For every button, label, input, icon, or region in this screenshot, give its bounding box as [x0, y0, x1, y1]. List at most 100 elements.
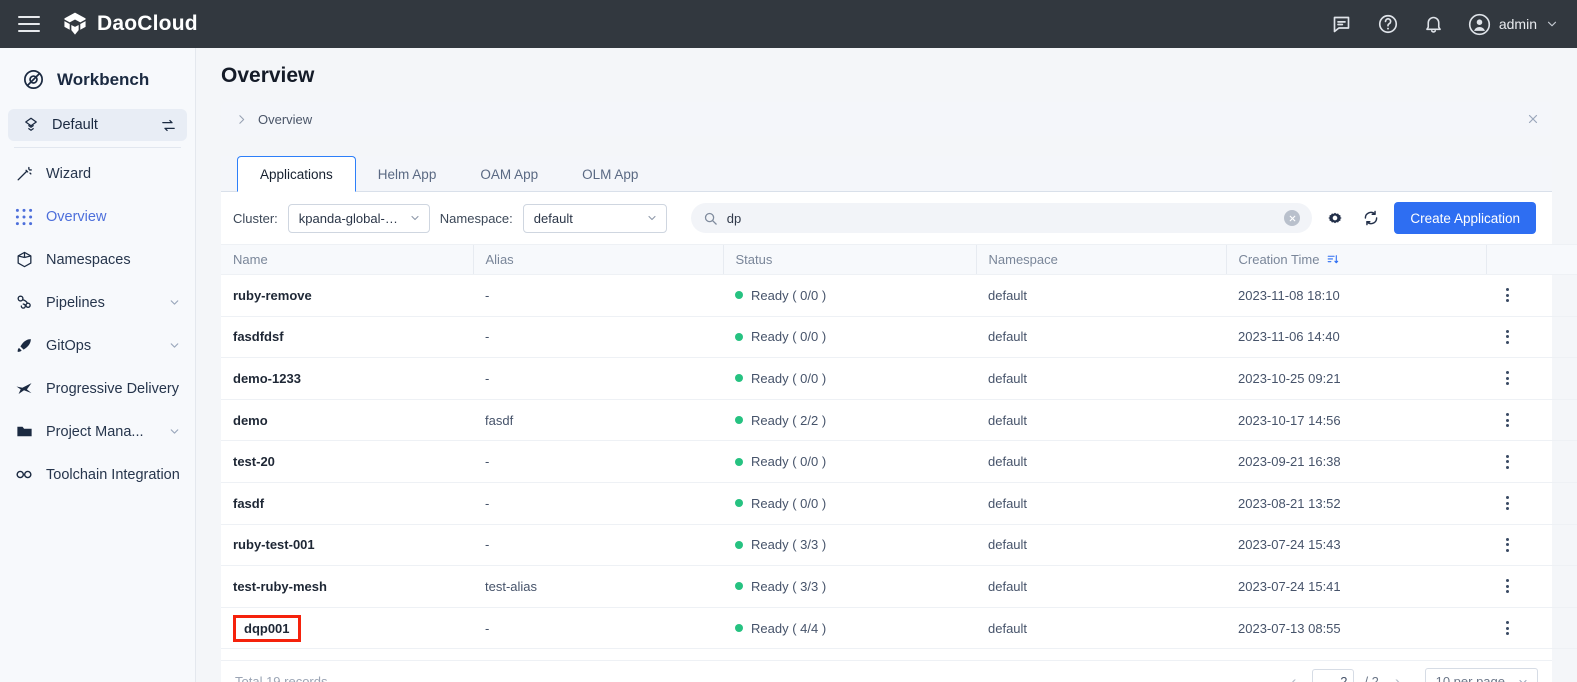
- row-actions-menu-icon[interactable]: [1498, 454, 1516, 469]
- help-icon[interactable]: [1376, 12, 1400, 36]
- column-header-namespace[interactable]: Namespace: [975, 244, 1226, 275]
- search-value: dp: [726, 210, 742, 226]
- app-name[interactable]: demo-1233: [233, 371, 301, 386]
- column-header-alias[interactable]: Alias: [472, 244, 723, 275]
- status-dot-icon: [735, 332, 743, 341]
- row-actions-menu-icon[interactable]: [1498, 413, 1516, 428]
- settings-gear-icon[interactable]: [1322, 205, 1348, 231]
- sidebar-item-wizard[interactable]: Wizard: [0, 152, 195, 195]
- switch-project-icon[interactable]: [160, 117, 177, 134]
- cell-namespace: default: [976, 565, 1226, 608]
- chevron-down-icon: [1517, 676, 1529, 682]
- sort-descending-icon[interactable]: [1326, 253, 1339, 266]
- sidebar-item-label: Project Mana...: [46, 423, 144, 440]
- sidebar-item-pipelines[interactable]: Pipelines: [0, 281, 195, 324]
- sidebar-item-namespaces[interactable]: Namespaces: [0, 238, 195, 281]
- clear-search-icon[interactable]: [1284, 210, 1301, 226]
- chevron-down-icon[interactable]: [168, 296, 181, 309]
- app-name[interactable]: demo: [233, 413, 268, 428]
- cell-alias: -: [473, 524, 723, 567]
- project-selector[interactable]: Default: [8, 109, 187, 141]
- cell-namespace: default: [976, 399, 1226, 442]
- status-dot-icon: [735, 416, 743, 425]
- table-row[interactable]: demo-1233 - Ready ( 0/0 ) default 2023-10-25…: [221, 357, 1577, 400]
- row-actions-menu-icon[interactable]: [1498, 621, 1516, 636]
- app-name[interactable]: fasdfdsf: [233, 329, 284, 344]
- column-header-status[interactable]: Status: [722, 244, 976, 275]
- sidebar-item-label: Overview: [46, 208, 107, 225]
- chevron-right-icon[interactable]: [235, 113, 248, 126]
- cell-actions: [1486, 565, 1577, 608]
- app-name[interactable]: fasdf: [233, 496, 264, 511]
- avatar-icon: [1468, 13, 1491, 36]
- table-row[interactable]: test-20 - Ready ( 0/0 ) default 2023-09-21 1…: [221, 440, 1577, 483]
- close-icon[interactable]: [1524, 110, 1542, 128]
- next-page-button[interactable]: ›: [1389, 672, 1407, 682]
- sidebar-item-gitops[interactable]: GitOps: [0, 324, 195, 367]
- column-header-name[interactable]: Name: [221, 244, 473, 275]
- app-name[interactable]: test-20: [233, 454, 275, 469]
- row-actions-menu-icon[interactable]: [1498, 496, 1516, 511]
- table-row[interactable]: test-ruby-mesh test-alias Ready ( 3/3 ) def…: [221, 565, 1577, 608]
- cluster-select[interactable]: kpanda-global-clu...: [287, 203, 430, 233]
- sidebar-item-overview[interactable]: Overview: [0, 195, 195, 238]
- bell-icon[interactable]: [1422, 12, 1446, 36]
- menu-icon[interactable]: [18, 16, 40, 32]
- cell-name[interactable]: ruby-test-001: [221, 524, 473, 567]
- previous-page-button[interactable]: ‹: [1285, 672, 1303, 682]
- cell-name[interactable]: fasdfdsf: [221, 316, 473, 359]
- page-number-input[interactable]: 2: [1312, 668, 1355, 682]
- namespace-select[interactable]: default: [522, 203, 667, 233]
- chevron-down-icon[interactable]: [168, 339, 181, 352]
- row-actions-menu-icon[interactable]: [1498, 288, 1516, 303]
- sidebar-item-toolchain-integration[interactable]: Toolchain Integration: [0, 453, 195, 496]
- cell-status: Ready ( 0/0 ): [723, 482, 976, 525]
- cell-name[interactable]: test-ruby-mesh: [221, 565, 473, 608]
- search-input[interactable]: dp: [690, 203, 1313, 233]
- table-row[interactable]: fasdf - Ready ( 0/0 ) default 2023-08-21 13:…: [221, 482, 1577, 525]
- cell-namespace: default: [976, 440, 1226, 483]
- app-name[interactable]: ruby-test-001: [233, 537, 315, 552]
- top-bar: DaoCloud admin: [0, 0, 1577, 48]
- tab-oam-app[interactable]: OAM App: [458, 156, 560, 192]
- tab-olm-app[interactable]: OLM App: [560, 156, 660, 192]
- column-header-creation-time[interactable]: Creation Time: [1225, 244, 1486, 275]
- app-name[interactable]: test-ruby-mesh: [233, 579, 327, 594]
- sidebar-item-project-management[interactable]: Project Mana...: [0, 410, 195, 453]
- tab-helm-app[interactable]: Helm App: [356, 156, 459, 192]
- create-application-button[interactable]: Create Application: [1394, 202, 1536, 234]
- search-icon: [703, 211, 718, 226]
- row-actions-menu-icon[interactable]: [1498, 537, 1516, 552]
- brand[interactable]: DaoCloud: [62, 11, 198, 37]
- highlighted-app-name[interactable]: dqp001: [233, 614, 301, 642]
- cell-namespace: default: [976, 274, 1226, 317]
- per-page-select[interactable]: 10 per page: [1424, 667, 1538, 682]
- row-actions-menu-icon[interactable]: [1498, 371, 1516, 386]
- cell-name[interactable]: demo: [221, 399, 473, 442]
- row-actions-menu-icon[interactable]: [1498, 579, 1516, 594]
- table-row[interactable]: demo fasdf Ready ( 2/2 ) default 2023-10-17 …: [221, 399, 1577, 442]
- table-row[interactable]: ruby-test-001 - Ready ( 3/3 ) default 2023-0…: [221, 524, 1577, 567]
- row-actions-menu-icon[interactable]: [1498, 329, 1516, 344]
- refresh-icon[interactable]: [1358, 205, 1384, 231]
- table-row[interactable]: fasdfdsf - Ready ( 0/0 ) default 2023-11-06 …: [221, 316, 1577, 359]
- table-row[interactable]: ruby-remove - Ready ( 0/0 ) default 2023-11-…: [221, 274, 1577, 317]
- cell-name[interactable]: dqp001: [221, 607, 473, 650]
- chat-icon[interactable]: [1330, 12, 1354, 36]
- user-menu[interactable]: admin: [1468, 13, 1559, 36]
- sidebar-item-progressive-delivery[interactable]: Progressive Delivery: [0, 367, 195, 410]
- breadcrumb-item[interactable]: Overview: [258, 112, 312, 127]
- chevron-down-icon[interactable]: [168, 425, 181, 438]
- cell-creation-time: 2023-08-21 13:52: [1226, 482, 1486, 525]
- cell-creation-time: 2023-10-25 09:21: [1226, 357, 1486, 400]
- cell-creation-time: 2023-11-08 18:10: [1226, 274, 1486, 317]
- table-row[interactable]: dqp001 - Ready ( 4/4 ) default 2023-07-13 08…: [221, 607, 1577, 650]
- cell-name[interactable]: test-20: [221, 440, 473, 483]
- cell-name[interactable]: demo-1233: [221, 357, 473, 400]
- chevron-down-icon[interactable]: [1545, 17, 1559, 31]
- app-name[interactable]: ruby-remove: [233, 288, 312, 303]
- tab-applications[interactable]: Applications: [237, 156, 356, 192]
- cell-name[interactable]: ruby-remove: [221, 274, 473, 317]
- sidebar-item-label: Namespaces: [46, 251, 131, 268]
- cell-name[interactable]: fasdf: [221, 482, 473, 525]
